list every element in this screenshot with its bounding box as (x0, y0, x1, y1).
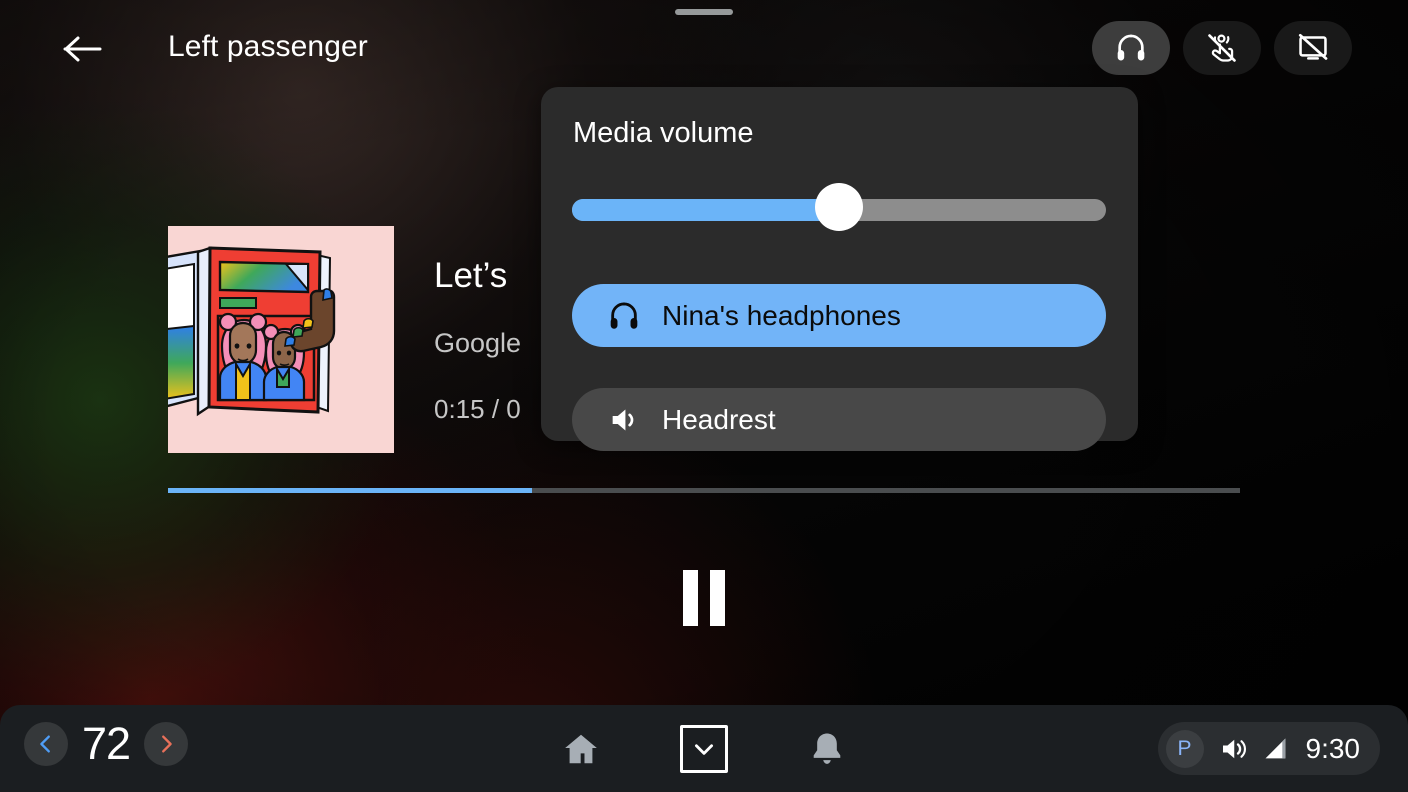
pause-button[interactable] (679, 570, 729, 626)
screen-off-toggle-button[interactable] (1274, 21, 1352, 75)
home-button[interactable] (552, 720, 610, 778)
temperature-increase-button[interactable] (144, 722, 189, 766)
clock: 9:30 (1305, 732, 1361, 764)
volume-icon[interactable] (1218, 734, 1248, 764)
signal-icon (1262, 735, 1290, 763)
chevron-left-icon (40, 735, 50, 753)
notifications-button[interactable] (798, 720, 856, 778)
album-artwork (168, 226, 394, 453)
media-volume-popup: Media volume Nina's headphones Headrest (541, 87, 1138, 451)
slider-fill (572, 199, 839, 221)
back-button[interactable] (58, 24, 108, 74)
home-icon (565, 734, 597, 763)
headphones-toggle-button[interactable] (1092, 21, 1170, 75)
device-label: Headrest (662, 403, 776, 435)
bottom-navigation-bar: 72 P 9:30 (0, 705, 1408, 792)
profile-avatar[interactable]: P (1165, 729, 1204, 768)
media-volume-slider[interactable] (572, 183, 1106, 231)
headphones-icon (601, 299, 647, 333)
status-area: P 9:30 (1157, 722, 1380, 775)
collapse-button[interactable] (680, 724, 728, 773)
chevron-down-icon (695, 743, 713, 755)
temperature-control: 72 (24, 718, 189, 769)
playback-progress-bar[interactable] (168, 488, 1240, 493)
pause-bar-right (710, 570, 725, 626)
device-option-headrest[interactable]: Headrest (572, 388, 1106, 451)
touch-off-icon (1208, 34, 1236, 62)
temperature-decrease-button[interactable] (24, 722, 68, 766)
popup-title: Media volume (573, 117, 754, 149)
top-bar: Left passenger (0, 0, 1408, 96)
device-option-nina-headphones[interactable]: Nina's headphones (572, 284, 1106, 347)
car-media-screen: Left passenger Let’s Google 0:15 / 0 Med… (0, 0, 1408, 792)
screen-off-icon (1298, 33, 1328, 60)
playback-progress-fill (168, 488, 533, 493)
chevron-right-icon (162, 735, 172, 753)
speaker-icon (601, 403, 647, 437)
device-label: Nina's headphones (662, 299, 901, 331)
bell-icon (813, 732, 841, 764)
top-bar-actions (1092, 21, 1352, 75)
headphones-icon (1117, 34, 1145, 61)
album-art-illustration (168, 226, 394, 453)
touch-off-toggle-button[interactable] (1183, 21, 1261, 75)
page-title: Left passenger (168, 30, 368, 63)
arrow-left-icon (63, 36, 102, 62)
slider-thumb[interactable] (815, 183, 863, 231)
pause-bar-left (683, 570, 698, 626)
temperature-value: 72 (82, 718, 131, 769)
